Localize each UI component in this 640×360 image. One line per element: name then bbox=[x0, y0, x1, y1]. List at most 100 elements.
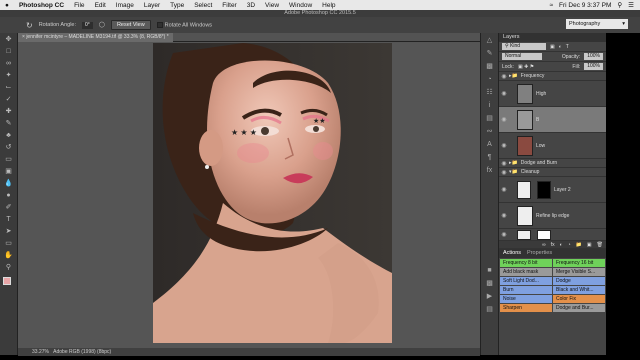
clock[interactable]: Fri Dec 9 3:37 PM bbox=[559, 2, 611, 9]
rotate-view-tool-icon[interactable]: ↻ bbox=[26, 21, 33, 30]
paths-icon[interactable]: ∾ bbox=[485, 127, 495, 137]
layer-layer-2[interactable]: ◉ Layer 2 bbox=[499, 177, 606, 203]
color-panel-icon[interactable]: ■ bbox=[485, 266, 495, 276]
visibility-eye-icon[interactable]: ◉ bbox=[499, 142, 509, 149]
layer-group-dodge-burn[interactable]: ◉ ▸📁 Dodge and Burn bbox=[499, 159, 606, 168]
history-panel-icon[interactable]: △ bbox=[485, 36, 495, 46]
menu-3d[interactable]: 3D bbox=[242, 2, 260, 9]
menu-type[interactable]: Type bbox=[165, 2, 189, 9]
document-image[interactable]: ★ ★ ★ ★★ bbox=[153, 43, 392, 343]
healing-icon[interactable]: ✚ bbox=[4, 107, 14, 117]
marquee-icon[interactable]: □ bbox=[4, 47, 14, 57]
brush-icon[interactable]: ✎ bbox=[4, 119, 14, 129]
clone-stamp-icon[interactable]: ♣ bbox=[4, 131, 14, 141]
channels-icon[interactable]: ▤ bbox=[485, 114, 495, 124]
history-brush-icon[interactable]: ↺ bbox=[4, 143, 14, 153]
menu-layer[interactable]: Layer bbox=[139, 2, 165, 9]
action-frequency-16bit[interactable]: Frequency 16 bit bbox=[553, 259, 605, 267]
eyedropper-icon[interactable]: ✓ bbox=[4, 95, 14, 105]
action-dodge[interactable]: Dodge bbox=[553, 277, 605, 285]
layer-b[interactable]: ◉ B bbox=[499, 107, 606, 133]
filter-pixel-icon[interactable]: ▣ bbox=[550, 44, 555, 50]
move-icon[interactable]: ✥ bbox=[4, 35, 14, 45]
menu-view[interactable]: View bbox=[260, 2, 284, 9]
pen-icon[interactable]: ✐ bbox=[4, 203, 14, 213]
action-add-black-mask[interactable]: Add black mask bbox=[500, 268, 552, 276]
reset-view-button[interactable]: Reset View bbox=[110, 20, 151, 30]
visibility-eye-icon[interactable]: ◉ bbox=[499, 212, 509, 219]
quick-select-icon[interactable]: ✦ bbox=[4, 71, 14, 81]
opacity-field[interactable]: 100% bbox=[584, 53, 603, 60]
crop-icon[interactable]: ⌙ bbox=[4, 83, 14, 93]
dodge-icon[interactable]: ● bbox=[4, 191, 14, 201]
menu-list-icon[interactable]: ☰ bbox=[628, 1, 634, 9]
shape-icon[interactable]: ▭ bbox=[4, 239, 14, 249]
visibility-eye-icon[interactable]: ◉ bbox=[499, 231, 509, 238]
zoom-level[interactable]: 33.27% bbox=[32, 349, 49, 355]
blur-icon[interactable]: 💧 bbox=[4, 179, 14, 189]
tab-properties[interactable]: Properties bbox=[527, 249, 552, 258]
visibility-eye-icon[interactable]: ◉ bbox=[499, 186, 509, 193]
layer-bottom-partial[interactable]: ◉ bbox=[499, 229, 606, 241]
visibility-eye-icon[interactable]: ◉ bbox=[499, 116, 509, 123]
filter-adjust-icon[interactable]: ◐ bbox=[559, 44, 562, 50]
menu-file[interactable]: File bbox=[69, 2, 89, 9]
menu-select[interactable]: Select bbox=[189, 2, 217, 9]
rotate-all-windows-checkbox[interactable]: Rotate All Windows bbox=[156, 21, 212, 28]
layers-panel-tab[interactable]: Layers bbox=[499, 33, 606, 42]
rotation-angle-field[interactable]: 0° bbox=[82, 21, 93, 29]
spotlight-icon[interactable]: ⚲ bbox=[617, 1, 622, 9]
menu-window[interactable]: Window bbox=[284, 2, 317, 9]
trash-icon[interactable]: 🗑 bbox=[597, 242, 603, 248]
blend-mode-select[interactable]: Normal bbox=[502, 53, 542, 60]
action-sharpen[interactable]: Sharpen bbox=[500, 304, 552, 312]
action-dodge-and-burn[interactable]: Dodge and Bur... bbox=[553, 304, 605, 312]
layer-high[interactable]: ◉ High bbox=[499, 81, 606, 107]
character-icon[interactable]: A bbox=[485, 140, 495, 150]
layer-low[interactable]: ◉ Low bbox=[499, 133, 606, 159]
lock-icons[interactable]: ▣ ✚ ⚑ bbox=[518, 64, 534, 70]
menu-edit[interactable]: Edit bbox=[90, 2, 111, 9]
app-menu[interactable]: Photoshop CC bbox=[14, 2, 69, 9]
info-icon[interactable]: i bbox=[485, 101, 495, 111]
fx-icon[interactable]: fx bbox=[551, 242, 555, 248]
add-mask-icon[interactable]: ◐ bbox=[560, 242, 563, 248]
layer-group-cleanup[interactable]: ◉ ▾📁 Cleanup bbox=[499, 168, 606, 177]
new-adjustment-icon[interactable]: ◔ bbox=[568, 242, 571, 248]
actions-panel-icon[interactable]: ▶ bbox=[485, 292, 495, 302]
visibility-eye-icon[interactable]: ◉ bbox=[499, 90, 509, 97]
visibility-eye-icon[interactable]: ◉ bbox=[499, 169, 509, 176]
new-layer-icon[interactable]: ▣ bbox=[587, 242, 592, 248]
link-layers-icon[interactable]: ∞ bbox=[542, 242, 546, 248]
lasso-icon[interactable]: ∞ bbox=[4, 59, 14, 69]
gradients-icon[interactable]: ▩ bbox=[485, 279, 495, 289]
action-merge-visible[interactable]: Merge Visible S... bbox=[553, 268, 605, 276]
new-group-icon[interactable]: 📁 bbox=[576, 242, 582, 248]
rotate-dial-icon[interactable]: ◯ bbox=[99, 22, 105, 28]
gradient-icon[interactable]: ▣ bbox=[4, 167, 14, 177]
layer-filter-kind[interactable]: ⚲ Kind bbox=[502, 43, 546, 50]
paragraph-icon[interactable]: ¶ bbox=[485, 153, 495, 163]
apple-menu[interactable]: ● bbox=[0, 2, 14, 9]
document-tab[interactable]: × jennifer mcintyre – MADELINE M3194.tif… bbox=[18, 33, 173, 42]
foreground-background-colors[interactable] bbox=[0, 277, 17, 293]
hand-icon[interactable]: ✋ bbox=[4, 251, 14, 261]
wifi-icon[interactable]: ≈ bbox=[549, 2, 553, 9]
menu-help[interactable]: Help bbox=[317, 2, 340, 9]
action-black-and-white[interactable]: Black and Whit... bbox=[553, 286, 605, 294]
path-select-icon[interactable]: ➤ bbox=[4, 227, 14, 237]
action-soft-light-dodge[interactable]: Soft Light Dod... bbox=[500, 277, 552, 285]
adjustments-icon[interactable]: ◔ bbox=[485, 75, 495, 85]
menu-image[interactable]: Image bbox=[111, 2, 139, 9]
foreground-color-swatch[interactable] bbox=[3, 277, 11, 285]
timeline-icon[interactable]: ▤ bbox=[485, 305, 495, 315]
workspace-select[interactable]: Photography ▾ bbox=[566, 19, 628, 29]
color-profile[interactable]: Adobe RGB (1998) (8bpc) bbox=[53, 349, 111, 355]
zoom-icon[interactable]: ⚲ bbox=[4, 263, 14, 273]
action-burn[interactable]: Burn bbox=[500, 286, 552, 294]
action-frequency-8bit[interactable]: Frequency 8 bit bbox=[500, 259, 552, 267]
filter-type-icon[interactable]: T bbox=[566, 44, 569, 50]
tab-actions[interactable]: Actions bbox=[503, 249, 521, 258]
menu-filter[interactable]: Filter bbox=[217, 2, 241, 9]
fill-field[interactable]: 100% bbox=[584, 63, 603, 70]
